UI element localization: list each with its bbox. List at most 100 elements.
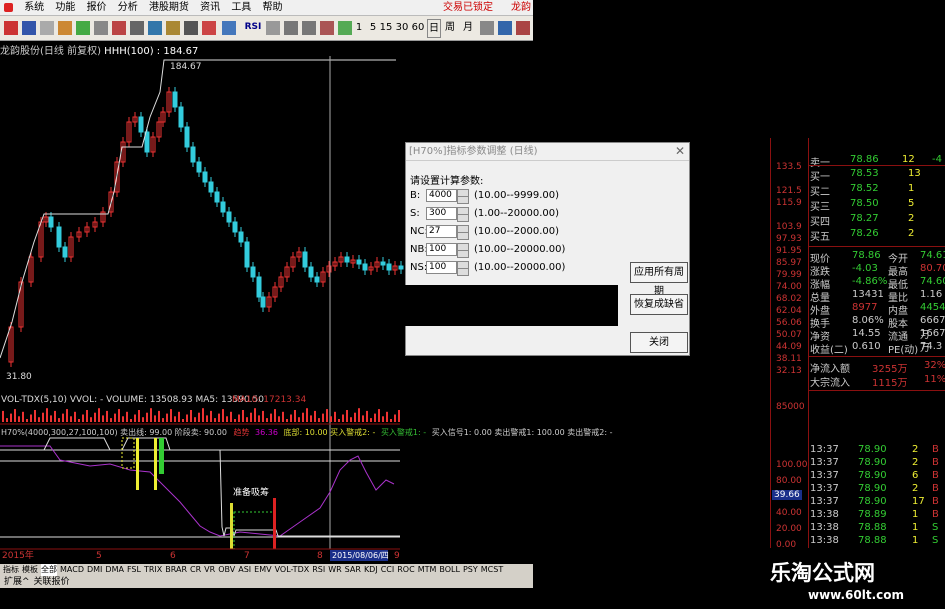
stat-value: 80.70 <box>920 263 945 274</box>
volume-bar <box>170 409 172 422</box>
full-icon[interactable] <box>498 21 512 35</box>
period-1min[interactable]: 1 <box>352 19 366 36</box>
menu-hk-futures[interactable]: 港股期货 <box>149 0 189 15</box>
indicator-tab[interactable]: TRIX <box>144 564 162 576</box>
overlay-icon[interactable] <box>338 21 352 35</box>
menu-system[interactable]: 系统 <box>24 0 44 15</box>
more-icon[interactable] <box>480 21 494 35</box>
date-aug: 8 <box>317 551 323 561</box>
param-nb-input[interactable]: 100 <box>426 243 457 256</box>
close-button[interactable]: 关闭 <box>630 332 688 353</box>
menu-info[interactable]: 资讯 <box>200 0 220 15</box>
param-b-spinner[interactable] <box>457 189 469 204</box>
back-icon[interactable] <box>4 21 18 35</box>
indicator-tab[interactable]: WR <box>328 564 341 576</box>
exit-icon[interactable] <box>516 21 530 35</box>
refresh-icon[interactable] <box>40 21 54 35</box>
rsi-button[interactable]: RSI <box>244 19 262 36</box>
period-30min[interactable]: 30 <box>395 19 409 36</box>
candle-body <box>48 216 54 228</box>
period-week[interactable]: 周 <box>443 19 457 36</box>
period-month[interactable]: 月 <box>461 19 475 36</box>
param-nb-spinner[interactable] <box>457 243 469 258</box>
menu-quote[interactable]: 报价 <box>87 0 107 15</box>
indicator-tab[interactable]: SAR <box>345 564 361 576</box>
param-nc-spinner[interactable] <box>457 225 469 240</box>
indicator-tab[interactable]: DMA <box>105 564 124 576</box>
period-day[interactable]: 日 <box>427 19 441 38</box>
price-axis-label: 32.13 <box>776 366 802 376</box>
tick-vol: 6 <box>912 470 919 481</box>
formula-icon[interactable] <box>184 21 198 35</box>
indicator-tab[interactable]: ROC <box>397 564 414 576</box>
rank-icon[interactable] <box>166 21 180 35</box>
menu-function[interactable]: 功能 <box>55 0 75 15</box>
param-nc-input[interactable]: 27 <box>426 225 457 238</box>
restore-default-button[interactable]: 恢复成缺省 <box>630 294 688 315</box>
f10-icon[interactable] <box>130 21 144 35</box>
layout-icon[interactable] <box>222 21 236 35</box>
tick-side: B <box>932 457 939 468</box>
zoom-out-icon[interactable] <box>302 21 316 35</box>
news-icon[interactable] <box>112 21 126 35</box>
buy-vol: 2 <box>908 213 915 224</box>
period-60min[interactable]: 60 <box>411 19 425 36</box>
indicator-tab[interactable]: DMI <box>87 564 102 576</box>
indicator-tab[interactable]: VR <box>204 564 215 576</box>
warn-icon[interactable] <box>202 21 216 35</box>
param-s-spinner[interactable] <box>457 207 469 222</box>
indicator-tab[interactable]: RSI <box>312 564 325 576</box>
low-label: 31.80 <box>6 372 32 382</box>
trade-lock-status[interactable]: 交易已锁定 <box>443 0 493 15</box>
apply-all-periods-button[interactable]: 应用所有周期 <box>630 262 688 297</box>
minute-icon[interactable] <box>94 21 108 35</box>
menu-help[interactable]: 帮助 <box>263 0 283 15</box>
indicator-tab[interactable]: 全部 <box>41 564 57 576</box>
tick-price: 78.90 <box>858 457 887 468</box>
indicator-tab[interactable]: ASI <box>238 564 251 576</box>
candle-body <box>398 265 404 270</box>
period-5min[interactable]: 5 <box>366 19 380 36</box>
period-15min[interactable]: 15 <box>379 19 393 36</box>
param-ns-spinner[interactable] <box>457 261 469 276</box>
indicator-tab[interactable]: 模板 <box>22 564 38 576</box>
price-axis-label: 79.99 <box>776 270 802 280</box>
indicator-tab[interactable]: FSL <box>127 564 141 576</box>
buy-price: 78.27 <box>850 213 879 224</box>
param-s-input[interactable]: 300 <box>426 207 457 220</box>
indicator-tab[interactable]: KDJ <box>364 564 378 576</box>
indicator-tab[interactable]: PSY <box>463 564 478 576</box>
indicator-tab[interactable]: OBV <box>218 564 235 576</box>
sector-icon[interactable] <box>148 21 162 35</box>
indicator-tab[interactable]: VOL-TDX <box>275 564 310 576</box>
indicator-tab[interactable]: BRAR <box>165 564 187 576</box>
indicator-tab[interactable]: MTM <box>418 564 437 576</box>
forward-icon[interactable] <box>22 21 36 35</box>
indicator-tab[interactable]: CR <box>190 564 201 576</box>
weight-icon[interactable] <box>320 21 334 35</box>
indicator-tab[interactable]: CCI <box>381 564 395 576</box>
bottom-tab[interactable]: 扩展^ <box>4 576 30 588</box>
menu-analysis[interactable]: 分析 <box>118 0 138 15</box>
indicator-tab[interactable]: MACD <box>60 564 84 576</box>
param-ns-input[interactable]: 100 <box>426 261 457 274</box>
tick-time: 13:37 <box>810 457 839 468</box>
tick-price: 78.90 <box>858 496 887 507</box>
buy-label: 买三 <box>810 202 830 213</box>
zoom-in-icon[interactable] <box>284 21 298 35</box>
param-b-input[interactable]: 4000 <box>426 189 457 202</box>
volume-bar <box>182 419 184 422</box>
draw-icon[interactable] <box>266 21 280 35</box>
quote-icon[interactable] <box>58 21 72 35</box>
indicator-tab[interactable]: BOLL <box>439 564 460 576</box>
indicator-tab[interactable]: 指标 <box>3 564 19 576</box>
indicator-tab[interactable]: EMV <box>254 564 271 576</box>
dialog-close-icon[interactable]: ✕ <box>675 144 685 158</box>
menu-tools[interactable]: 工具 <box>231 0 251 15</box>
volume-bar <box>278 416 280 422</box>
volume-bar <box>242 410 244 422</box>
chart-icon[interactable] <box>76 21 90 35</box>
price-axis-label: 91.95 <box>776 246 802 256</box>
bottom-tab[interactable]: 关联报价 <box>34 576 70 588</box>
indicator-tab[interactable]: MCST <box>481 564 503 576</box>
